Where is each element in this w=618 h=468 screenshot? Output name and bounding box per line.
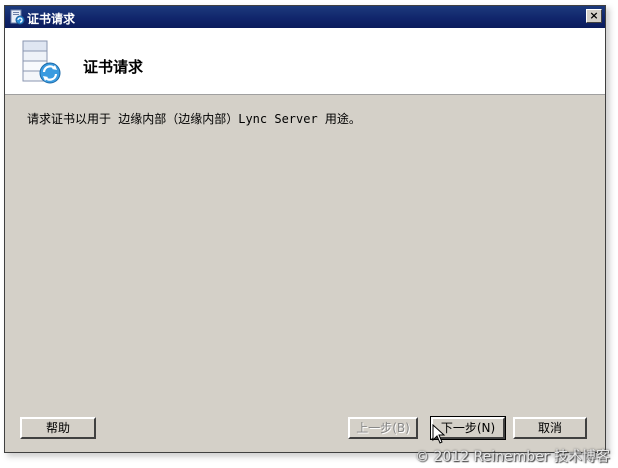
certificate-icon xyxy=(10,9,25,25)
description-text: 请求证书以用于 边缘内部（边缘内部）Lync Server 用途。 xyxy=(27,112,361,126)
header-banner: 证书请求 xyxy=(5,28,605,95)
dialog-content: 请求证书以用于 边缘内部（边缘内部）Lync Server 用途。 帮助 上一步… xyxy=(5,95,605,452)
mouse-pointer-icon xyxy=(432,424,446,444)
certificate-request-dialog: 证书请求 × 证书请求 请求证书以用于 边缘内部（边缘内部）Lync Serve… xyxy=(4,5,606,453)
watermark: © 2012 Reinember 技术博客 xyxy=(415,449,610,465)
window-title: 证书请求 xyxy=(27,12,76,26)
certificate-request-icon xyxy=(22,40,61,84)
close-button[interactable]: × xyxy=(586,9,602,23)
cancel-button[interactable]: 取消 xyxy=(513,417,587,439)
page-title: 证书请求 xyxy=(83,58,144,76)
close-icon: × xyxy=(589,9,599,22)
help-button[interactable]: 帮助 xyxy=(20,417,96,439)
previous-button[interactable]: 上一步(B) xyxy=(348,417,418,439)
title-bar[interactable]: 证书请求 × xyxy=(5,6,605,28)
